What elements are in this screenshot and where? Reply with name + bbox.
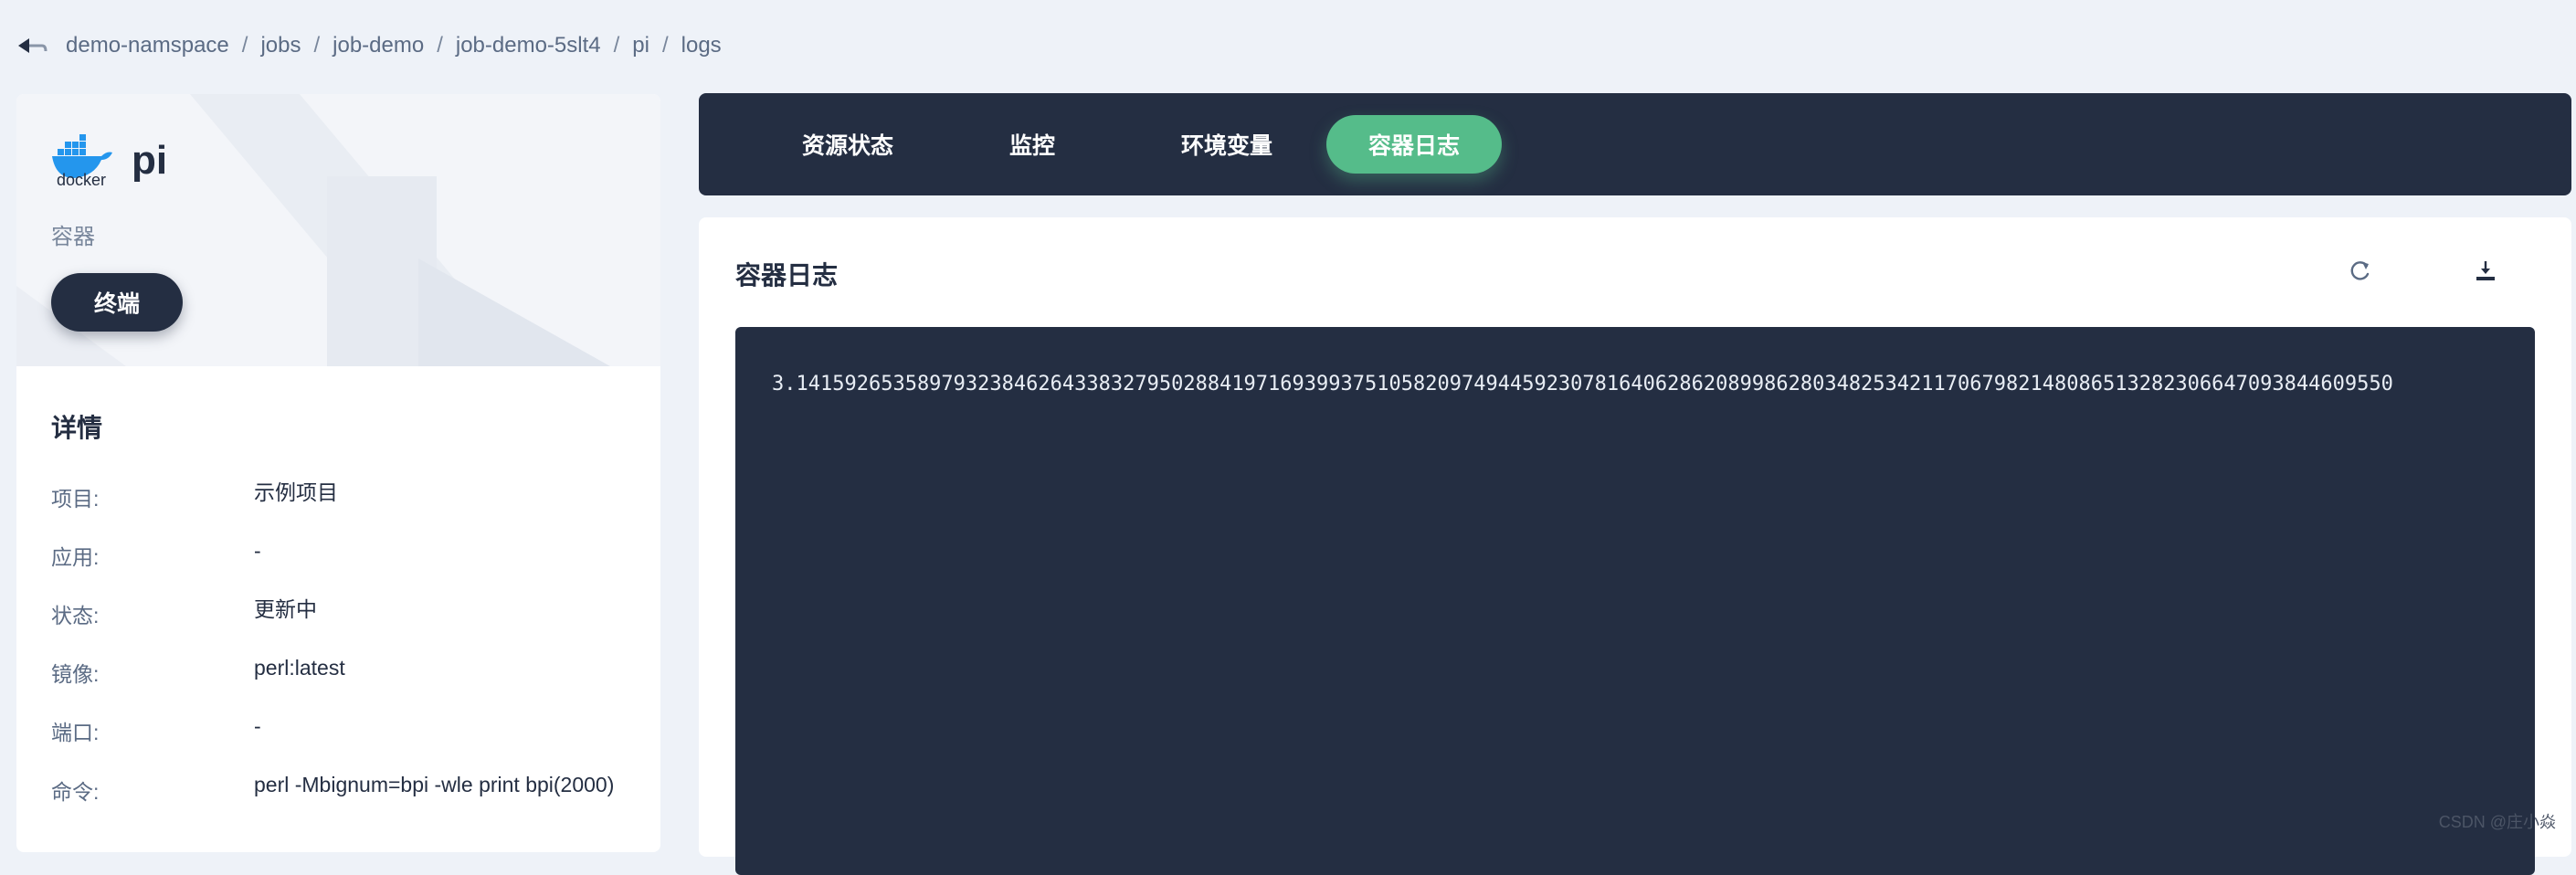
download-icon[interactable] [2467, 252, 2504, 289]
log-line: 3.14159265358979323846264338327950288419… [772, 373, 2393, 395]
terminal-button[interactable]: 终端 [51, 273, 183, 332]
info-value: 示例项目 [254, 480, 338, 504]
breadcrumb-container[interactable]: pi [632, 33, 649, 58]
watermark-text: CSDN @庄小焱 [2438, 813, 2556, 831]
tab-monitoring[interactable]: 监控 [973, 115, 1092, 174]
refresh-icon[interactable] [2342, 252, 2379, 289]
breadcrumb-logs: logs [681, 33, 722, 58]
tab-bar: 资源状态 监控 环境变量 容器日志 [699, 93, 2571, 195]
info-key: 命令: [51, 780, 100, 804]
info-value: perl -Mbignum=bpi -wle print bpi(2000) [254, 773, 615, 796]
breadcrumb-separator: / [313, 33, 321, 58]
info-value: 更新中 [254, 597, 317, 621]
container-type: 容器 [51, 225, 95, 249]
log-title: 容器日志 [735, 261, 839, 290]
log-panel: 容器日志 3.141592653589793238462643383279502… [699, 217, 2571, 875]
breadcrumb-separator: / [241, 33, 248, 58]
info-key: 状态: [51, 604, 100, 627]
docker-logo-text: docker [56, 171, 107, 189]
breadcrumb-separator: / [437, 33, 443, 58]
breadcrumb-namespace[interactable]: demo-namspace [66, 33, 229, 58]
breadcrumb-separator: / [661, 33, 669, 58]
info-key: 应用: [51, 545, 100, 569]
container-header: docker pi 容器 终端 [16, 94, 660, 366]
breadcrumb: demo-namspace / jobs / job-demo / job-de… [16, 27, 722, 64]
info-key: 端口: [51, 721, 100, 744]
tab-container-logs[interactable]: 容器日志 [1326, 115, 1502, 174]
breadcrumb-pod[interactable]: job-demo-5slt4 [456, 33, 601, 58]
info-key: 镜像: [51, 662, 100, 686]
info-value: perl:latest [254, 656, 345, 680]
info-key: 项目: [51, 487, 100, 511]
info-value: - [254, 539, 261, 563]
tab-resource-status[interactable]: 资源状态 [752, 115, 944, 174]
breadcrumb-job[interactable]: job-demo [333, 33, 424, 58]
breadcrumb-jobs[interactable]: jobs [260, 33, 301, 58]
back-icon[interactable] [16, 35, 48, 57]
breadcrumb-separator: / [613, 33, 620, 58]
tab-env-vars[interactable]: 环境变量 [1140, 115, 1314, 174]
container-name: pi [132, 138, 168, 183]
details-title: 详情 [51, 414, 103, 442]
log-output[interactable]: 3.14159265358979323846264338327950288419… [735, 327, 2535, 875]
container-info-panel: docker pi 容器 终端 详情 项目: 示例项目 应用: - 状态: 更新… [16, 94, 660, 852]
docker-logo-icon: docker [48, 132, 114, 189]
info-value: - [254, 714, 261, 738]
